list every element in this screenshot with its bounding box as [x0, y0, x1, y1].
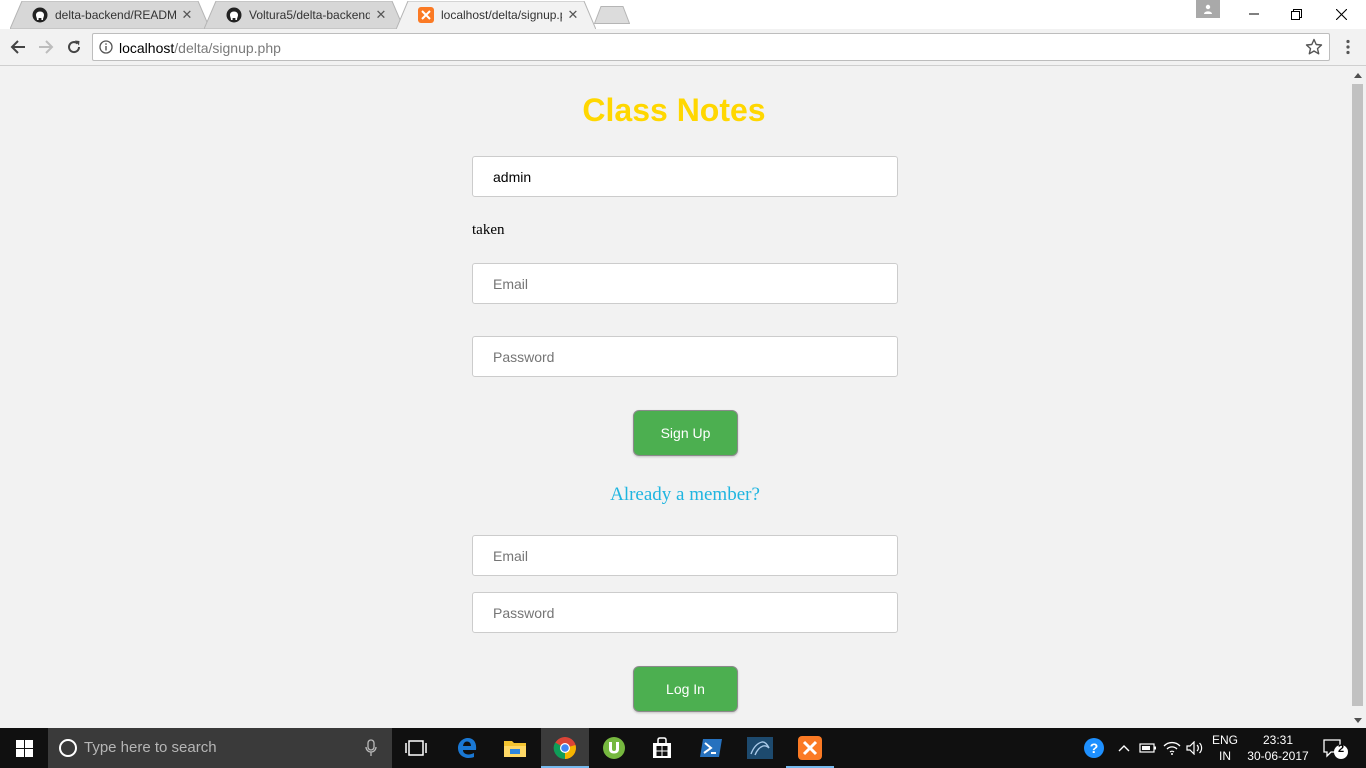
file-explorer-icon — [504, 741, 526, 757]
close-icon[interactable]: ✕ — [180, 7, 194, 22]
log-in-button[interactable]: Log In — [633, 666, 738, 712]
page-scrollbar[interactable] — [1350, 67, 1366, 728]
mysql-workbench-icon — [747, 737, 773, 759]
edge-icon — [458, 738, 477, 758]
taskbar-store[interactable] — [638, 728, 686, 768]
scroll-thumb[interactable] — [1352, 84, 1363, 706]
show-hidden-icons-icon[interactable] — [1114, 738, 1134, 758]
microphone-icon[interactable] — [364, 739, 378, 757]
url-host: localhost — [119, 40, 175, 56]
action-center-button[interactable]: 2 — [1322, 738, 1350, 760]
minimize-icon — [1249, 13, 1259, 15]
task-view-icon — [405, 740, 427, 756]
svg-text:?: ? — [1090, 740, 1099, 756]
taskbar-search-box[interactable]: Type here to search — [48, 728, 392, 768]
tab-signup[interactable]: localhost/delta/signup.php ✕ — [396, 1, 596, 29]
battery-icon[interactable] — [1138, 738, 1158, 758]
github-icon — [226, 7, 242, 23]
browser-toolbar: localhost/delta/signup.php — [0, 29, 1366, 66]
url-path: /delta/signup.php — [174, 40, 281, 56]
utorrent-icon — [603, 737, 625, 759]
clock-date: 30-06-2017 — [1247, 749, 1309, 763]
taskbar-powershell[interactable] — [687, 728, 735, 768]
reload-icon — [68, 40, 81, 54]
taskbar-mysql-workbench[interactable] — [736, 728, 784, 768]
taskbar-edge[interactable] — [443, 728, 491, 768]
chrome-icon — [553, 737, 576, 760]
windows-icon — [15, 739, 33, 757]
xampp-icon — [798, 736, 822, 760]
cortana-icon — [59, 739, 77, 757]
signup-username-input[interactable] — [472, 156, 898, 197]
task-view-button[interactable] — [392, 728, 440, 768]
menu-dots-icon — [1346, 39, 1350, 55]
sign-up-button[interactable]: Sign Up — [633, 410, 738, 456]
back-button[interactable] — [6, 35, 30, 59]
language-code: ENG — [1211, 733, 1238, 747]
forward-button[interactable] — [34, 35, 58, 59]
info-icon[interactable] — [99, 40, 113, 54]
page-title: Class Notes — [582, 92, 766, 128]
arrow-right-icon — [39, 40, 54, 54]
new-tab-button[interactable] — [594, 6, 630, 24]
search-placeholder: Type here to search — [84, 739, 217, 756]
tab-strip: delta-backend/README.md ✕ Voltura5/delta… — [0, 0, 1366, 29]
help-icon[interactable]: ? — [1083, 737, 1105, 759]
volume-icon[interactable] — [1185, 738, 1205, 758]
restore-icon — [1290, 8, 1302, 20]
username-status-text: taken — [472, 222, 505, 238]
already-member-text: Already a member? — [610, 484, 760, 505]
minimize-button[interactable] — [1232, 0, 1276, 28]
scroll-up-icon[interactable] — [1350, 67, 1366, 83]
start-button[interactable] — [0, 728, 48, 768]
clock-time: 23:31 — [1262, 733, 1294, 747]
powershell-icon — [700, 739, 722, 757]
signup-password-input[interactable] — [472, 336, 898, 377]
taskbar-utorrent[interactable] — [590, 728, 638, 768]
tab-title: delta-backend/README.md — [55, 8, 176, 22]
language-region: IN — [1219, 749, 1231, 763]
tab-readme[interactable]: delta-backend/README.md ✕ — [10, 1, 210, 29]
github-icon — [32, 7, 48, 23]
notification-count: 2 — [1337, 743, 1345, 755]
taskbar-clock[interactable]: 23:31 30-06-2017 — [1244, 732, 1312, 764]
store-icon — [653, 737, 671, 758]
profile-icon[interactable] — [1196, 0, 1220, 18]
tab-title: localhost/delta/signup.php — [441, 8, 562, 22]
tab-title: Voltura5/delta-backend — [249, 8, 370, 22]
xampp-icon — [418, 7, 434, 23]
page-viewport: Class Notes taken Sign Up Already a memb… — [0, 67, 1350, 728]
tab-voltura[interactable]: Voltura5/delta-backend ✕ — [204, 1, 404, 29]
close-icon[interactable]: ✕ — [566, 7, 580, 22]
login-password-input[interactable] — [472, 592, 898, 633]
close-icon — [1335, 8, 1347, 20]
taskbar-chrome[interactable] — [541, 728, 589, 768]
bookmark-star-icon[interactable] — [1305, 38, 1323, 56]
reload-button[interactable] — [62, 35, 86, 59]
arrow-left-icon — [10, 40, 25, 54]
wifi-icon[interactable] — [1162, 738, 1182, 758]
close-icon[interactable]: ✕ — [374, 7, 388, 22]
restore-button[interactable] — [1274, 0, 1318, 28]
signup-email-input[interactable] — [472, 263, 898, 304]
taskbar-xampp[interactable] — [786, 728, 834, 768]
url-text[interactable]: localhost/delta/signup.php — [119, 40, 281, 56]
browser-menu-button[interactable] — [1338, 37, 1358, 57]
taskbar-file-explorer[interactable] — [491, 728, 539, 768]
scroll-down-icon[interactable] — [1350, 712, 1366, 728]
close-window-button[interactable] — [1318, 0, 1364, 28]
input-language-indicator[interactable]: ENG IN — [1210, 732, 1240, 764]
taskbar: Type here to search ? ENG IN 23:31 30-06… — [0, 728, 1366, 768]
address-bar[interactable]: localhost/delta/signup.php — [92, 33, 1330, 61]
login-email-input[interactable] — [472, 535, 898, 576]
